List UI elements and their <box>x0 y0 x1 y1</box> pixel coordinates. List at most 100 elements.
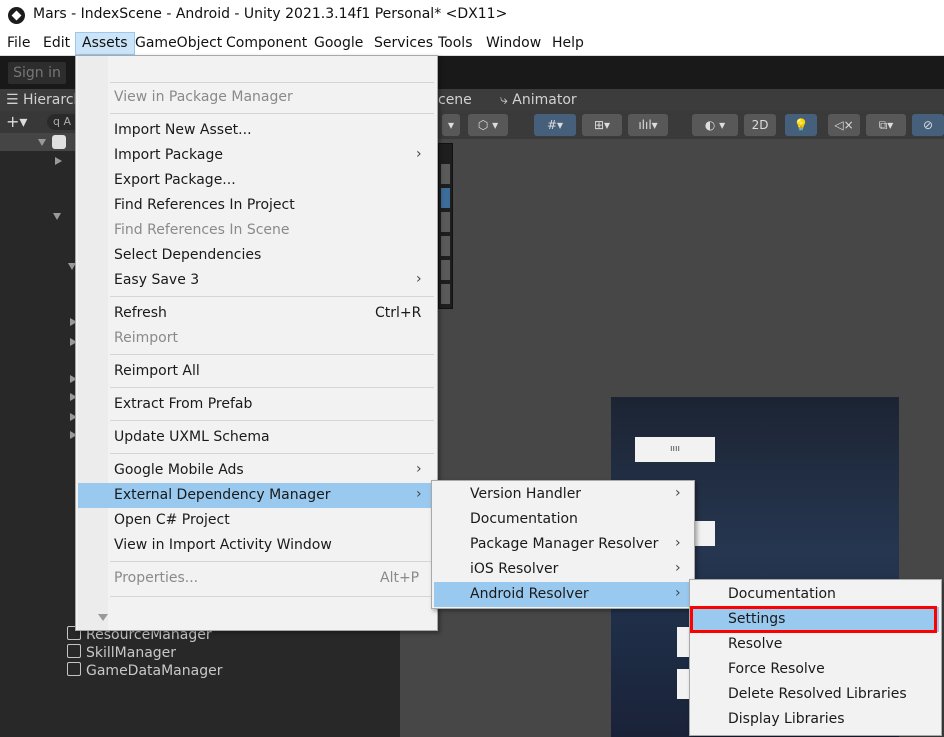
edm-submenu: Version Handler › Documentation Package M… <box>431 480 695 609</box>
menu-item-export-package[interactable]: Export Package... <box>76 168 437 193</box>
game-ui-button: ıııı <box>635 437 715 462</box>
menu-window[interactable]: Window <box>486 35 541 51</box>
menu-tools[interactable]: Tools <box>438 35 473 51</box>
tool-button[interactable] <box>441 164 450 184</box>
assets-menu: View in Package Manager Import New Asset… <box>75 55 438 631</box>
menu-item-delete-resolved-libraries[interactable]: Delete Resolved Libraries <box>690 682 941 707</box>
sign-in-button[interactable]: Sign in <box>8 62 66 84</box>
visibility-toggle-icon[interactable]: ⊘ <box>912 114 944 136</box>
menu-item-view-in-import-activity-window[interactable]: View in Import Activity Window <box>76 533 437 558</box>
submenu-arrow-icon: › <box>675 560 681 576</box>
menu-item-extract-from-prefab[interactable]: Extract From Prefab <box>76 392 437 417</box>
menu-item-import-package[interactable]: Import Package › <box>76 143 437 168</box>
scroll-down-icon[interactable] <box>98 614 108 621</box>
menu-item-find-references-in-project[interactable]: Find References In Project <box>76 193 437 218</box>
scene-tab-bar: cene ⤷ Animator <box>400 89 944 111</box>
menu-component[interactable]: Component <box>226 35 307 51</box>
scene-toolbar: ▾ ⬡ ▾ #▾ ⊞▾ ılıl▾ ◐ ▾ 2D 💡 ◁× ⧉▾ ⊘ <box>400 111 944 139</box>
menu-item-package-manager-resolver[interactable]: Package Manager Resolver › <box>432 532 694 557</box>
tool-button[interactable] <box>441 212 450 232</box>
tool-overlay <box>438 143 453 309</box>
tool-button[interactable] <box>441 188 450 208</box>
submenu-arrow-icon: › <box>416 461 422 477</box>
menu-separator <box>110 387 434 388</box>
menu-item-force-resolve[interactable]: Force Resolve <box>690 657 941 682</box>
dropdown-icon[interactable]: ▾ <box>442 114 460 136</box>
menu-separator <box>110 113 434 114</box>
menu-separator <box>110 561 434 562</box>
submenu-arrow-icon: › <box>416 146 422 162</box>
title-bar: Mars - IndexScene - Android - Unity 2021… <box>0 0 944 32</box>
menu-edit[interactable]: Edit <box>43 35 70 51</box>
game-ui-button <box>677 669 689 699</box>
menu-separator <box>110 420 434 421</box>
gameobject-icon <box>67 644 81 658</box>
menu-item-documentation[interactable]: Documentation <box>432 507 694 532</box>
hierarchy-tab[interactable]: ☰ Hierarch <box>6 92 82 108</box>
annotation-highlight-box <box>690 606 937 633</box>
menu-separator <box>110 354 434 355</box>
menu-item-import-new-asset[interactable]: Import New Asset... <box>76 118 437 143</box>
menu-separator <box>110 596 434 597</box>
menu-item-refresh[interactable]: Refresh Ctrl+R <box>76 301 437 326</box>
audio-toggle-icon[interactable]: ◁× <box>828 114 860 136</box>
menu-item-reimport-all[interactable]: Reimport All <box>76 359 437 384</box>
menu-item-select-dependencies[interactable]: Select Dependencies <box>76 243 437 268</box>
menu-item-view-in-package-manager[interactable]: View in Package Manager <box>76 85 437 110</box>
menu-item-version-handler[interactable]: Version Handler › <box>432 482 694 507</box>
menu-services[interactable]: Services <box>374 35 433 51</box>
menu-gameobject[interactable]: GameObject <box>135 35 222 51</box>
game-ui-button <box>677 627 689 657</box>
animator-icon: ⤷ <box>500 92 513 108</box>
submenu-arrow-icon: › <box>416 271 422 287</box>
scene-icon <box>52 135 66 149</box>
collapse-arrow-icon[interactable] <box>55 157 62 165</box>
menu-separator <box>110 82 434 83</box>
menu-item-properties[interactable]: Properties... Alt+P <box>76 566 437 591</box>
menu-item-google-mobile-ads[interactable]: Google Mobile Ads › <box>76 458 437 483</box>
gameobject-icon <box>67 662 81 676</box>
increment-snap-button[interactable]: ⊞▾ <box>582 114 622 136</box>
menu-item-android-resolver[interactable]: Android Resolver › <box>434 582 692 607</box>
menu-item-documentation[interactable]: Documentation <box>690 582 941 607</box>
add-icon[interactable]: +▾ <box>6 112 27 131</box>
menu-item-resolve[interactable]: Resolve <box>690 632 941 657</box>
mode-2d-button[interactable]: 2D <box>744 114 776 136</box>
lighting-toggle-icon[interactable]: 💡 <box>785 114 817 136</box>
hierarchy-item[interactable]: GameDataManager <box>67 662 222 679</box>
tab-scene[interactable]: cene <box>438 92 472 108</box>
grid-snap-button[interactable]: #▾ <box>534 114 576 136</box>
unity-logo-icon <box>8 7 25 24</box>
gizmo-dropdown[interactable]: ⬡ ▾ <box>468 114 508 136</box>
window-title: Mars - IndexScene - Android - Unity 2021… <box>33 6 508 22</box>
tool-button[interactable] <box>441 236 450 256</box>
menu-item-find-references-in-scene[interactable]: Find References In Scene <box>76 218 437 243</box>
menu-separator <box>110 296 434 297</box>
expand-arrow-icon[interactable] <box>38 139 46 146</box>
menu-item-reimport[interactable]: Reimport <box>76 326 437 351</box>
menu-item-external-dependency-manager[interactable]: External Dependency Manager › <box>78 483 435 508</box>
shading-mode-dropdown[interactable]: ◐ ▾ <box>692 114 738 136</box>
menu-bar: File Edit Assets GameObject Component Go… <box>0 32 944 56</box>
submenu-arrow-icon: › <box>416 486 422 502</box>
menu-item-ios-resolver[interactable]: iOS Resolver › <box>432 557 694 582</box>
menu-item-open-csharp-project[interactable]: Open C# Project <box>76 508 437 533</box>
menu-help[interactable]: Help <box>552 35 584 51</box>
menu-file[interactable]: File <box>7 35 30 51</box>
submenu-arrow-icon: › <box>675 585 681 601</box>
menu-separator <box>110 453 434 454</box>
ruler-button[interactable]: ılıl▾ <box>628 114 668 136</box>
menu-google[interactable]: Google <box>314 35 363 51</box>
hierarchy-item[interactable]: SkillManager <box>67 644 176 661</box>
expand-arrow-icon[interactable] <box>53 213 61 220</box>
menu-item-update-uxml-schema[interactable]: Update UXML Schema <box>76 425 437 450</box>
menu-item-easy-save-3[interactable]: Easy Save 3 › <box>76 268 437 293</box>
game-ui-button <box>693 521 715 546</box>
tool-button[interactable] <box>441 284 450 304</box>
menu-item-display-libraries[interactable]: Display Libraries <box>690 707 941 732</box>
tab-animator[interactable]: ⤷ Animator <box>500 92 577 108</box>
menu-assets[interactable]: Assets <box>75 32 135 55</box>
tool-button[interactable] <box>441 260 450 280</box>
android-resolver-submenu: Documentation Settings Resolve Force Res… <box>689 579 942 736</box>
effects-dropdown[interactable]: ⧉▾ <box>866 114 906 136</box>
